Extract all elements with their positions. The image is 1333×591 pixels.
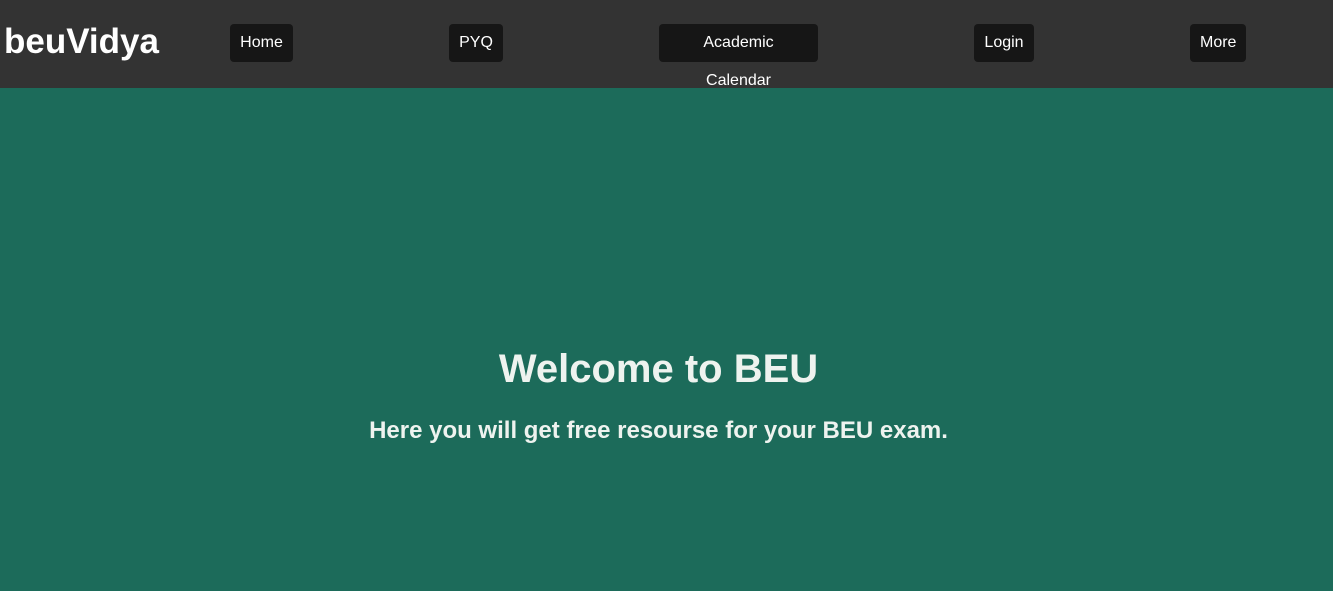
nav-home-button[interactable]: Home	[230, 24, 293, 62]
hero-title: Welcome to BEU	[498, 347, 819, 391]
nav-pyq-button[interactable]: PYQ	[449, 24, 503, 62]
nav-login-button[interactable]: Login	[974, 24, 1034, 62]
top-navbar: beuVidya Home PYQ Academic Calendar Logi…	[0, 0, 1333, 89]
hero-section: Welcome to BEU Here you will get free re…	[0, 88, 1333, 591]
brand-logo-text[interactable]: beuVidya	[4, 22, 159, 62]
hero-subtitle: Here you will get free resourse for your…	[369, 417, 948, 444]
nav-academic-calendar-button[interactable]: Academic Calendar	[659, 24, 818, 89]
nav-more-button[interactable]: More	[1190, 24, 1246, 62]
